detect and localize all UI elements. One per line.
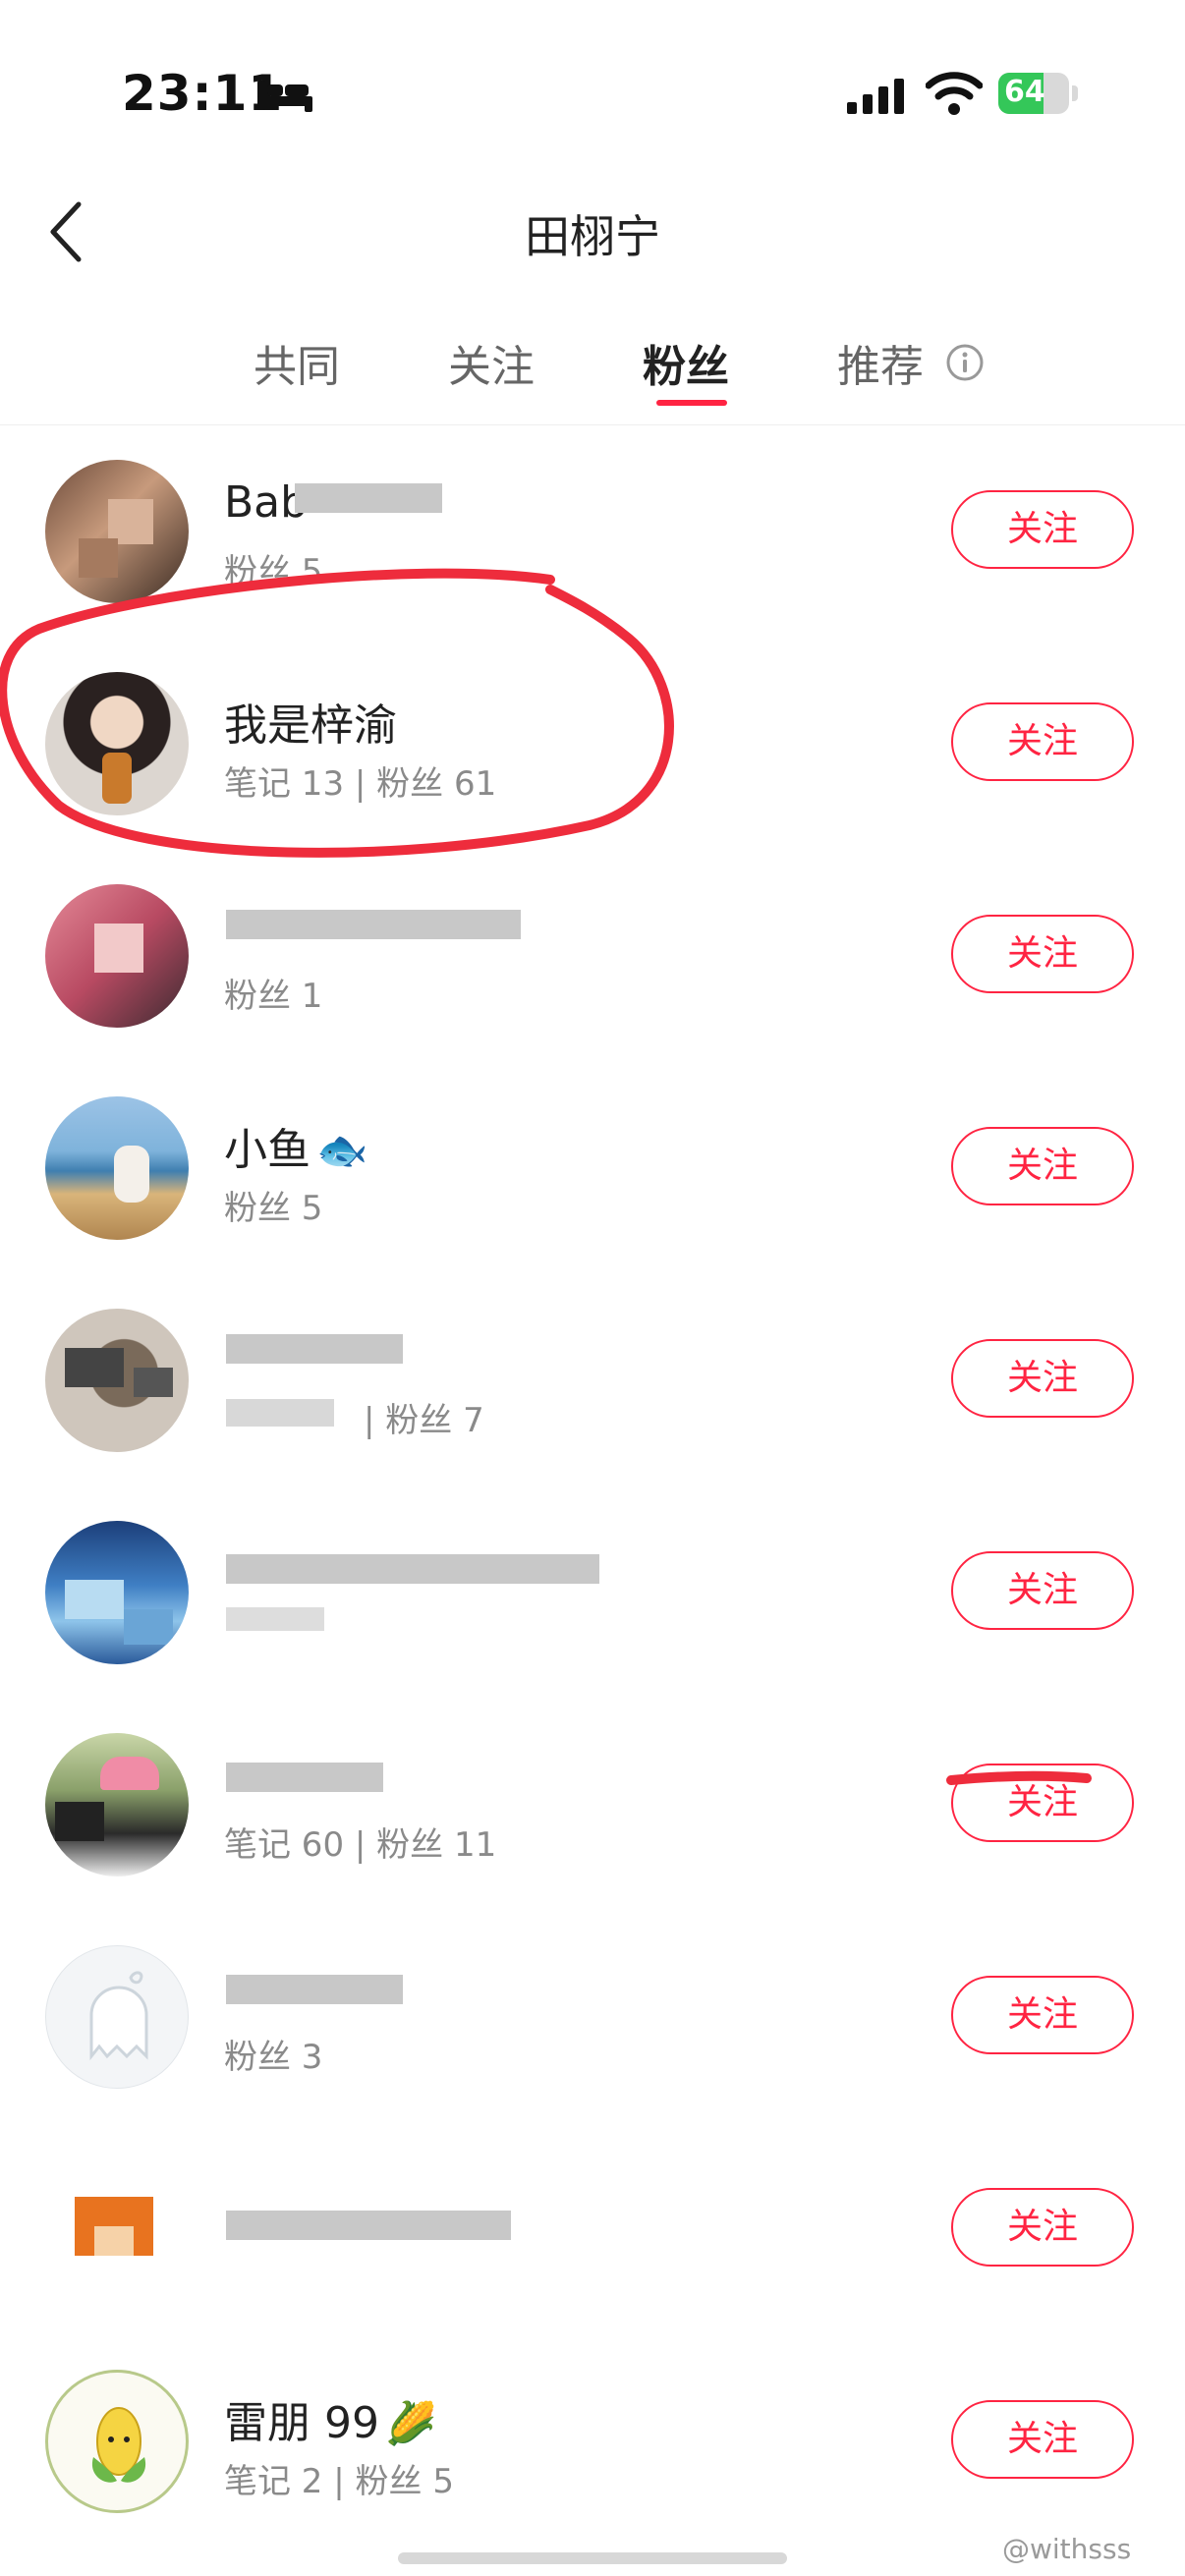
page-title: 田栩宁 <box>525 210 660 263</box>
follower-name: 小鱼 🐟 <box>224 1114 367 1177</box>
redacted-text <box>226 1975 403 2004</box>
list-item[interactable]: 笔记 60 | 粉丝 11 关注 <box>0 1698 1185 1910</box>
redacted-text <box>226 1399 334 1427</box>
list-item[interactable]: Bab 粉丝 5 关注 <box>0 424 1185 637</box>
cellular-signal-icon <box>847 79 904 114</box>
list-item[interactable]: 关注 <box>0 2122 1185 2334</box>
redacted-text <box>226 1607 324 1631</box>
avatar <box>45 884 189 1028</box>
list-item[interactable]: 雷朋 99 🌽 笔记 2 | 粉丝 5 关注 <box>0 2334 1185 2547</box>
pixelated-area <box>65 1580 124 1619</box>
fish-emoji-icon: 🐟 <box>316 1126 368 1174</box>
list-item[interactable]: 粉丝 3 关注 <box>0 1910 1185 2122</box>
redacted-text <box>226 1554 599 1584</box>
follow-button[interactable]: 关注 <box>951 1551 1134 1630</box>
follow-button[interactable]: 关注 <box>951 1764 1134 1842</box>
follower-name-text: 雷朋 99 <box>224 2398 379 2448</box>
wifi-icon <box>926 72 983 115</box>
status-bar: 23:11 64 <box>0 0 1185 187</box>
info-icon[interactable] <box>945 343 985 382</box>
follower-meta: 粉丝 3 <box>224 2038 323 2077</box>
corn-emoji-icon: 🌽 <box>384 2399 437 2447</box>
redacted-text <box>295 483 442 513</box>
avatar <box>45 672 189 815</box>
pixelated-area <box>94 2226 134 2256</box>
follower-meta: 粉丝 1 <box>224 977 323 1016</box>
pixelated-area <box>65 1348 124 1387</box>
avatar-detail <box>100 1757 159 1790</box>
avatar <box>45 460 189 603</box>
pixelated-area <box>94 924 143 973</box>
follow-button[interactable]: 关注 <box>951 1339 1134 1418</box>
list-item[interactable]: 关注 <box>0 1485 1185 1698</box>
redacted-text <box>226 2211 511 2240</box>
tab-following[interactable]: 关注 <box>448 331 535 394</box>
home-indicator <box>398 2552 787 2564</box>
follower-name-text: 小鱼 <box>224 1125 310 1175</box>
follower-name: 雷朋 99 🌽 <box>224 2387 436 2450</box>
follower-meta: 笔记 13 | 粉丝 61 <box>224 764 497 804</box>
list-item[interactable]: 小鱼 🐟 粉丝 5 关注 <box>0 1061 1185 1273</box>
avatar <box>45 1096 189 1240</box>
redacted-text <box>226 1334 403 1364</box>
avatar <box>45 1309 189 1452</box>
follow-button[interactable]: 关注 <box>951 1127 1134 1205</box>
avatar-detail <box>114 1146 149 1203</box>
follow-button[interactable]: 关注 <box>951 2400 1134 2479</box>
follower-meta: 粉丝 5 <box>224 552 323 591</box>
follower-meta: 笔记 2 | 粉丝 5 <box>224 2462 454 2501</box>
list-item[interactable]: 粉丝 1 关注 <box>0 849 1185 1061</box>
follower-meta: 笔记 60 | 粉丝 11 <box>224 1825 497 1865</box>
redacted-text <box>226 910 521 939</box>
avatar <box>45 1733 189 1876</box>
avatar <box>45 1521 189 1664</box>
avatar <box>45 2157 189 2301</box>
watermark: @withsss <box>1002 2533 1132 2565</box>
list-item[interactable]: | 粉丝 7 关注 <box>0 1273 1185 1485</box>
follow-button[interactable]: 关注 <box>951 2188 1134 2267</box>
battery-indicator: 64 <box>998 73 1079 114</box>
follow-button[interactable]: 关注 <box>951 915 1134 993</box>
tab-bar: 共同 关注 粉丝 推荐 <box>0 319 1185 427</box>
avatar <box>45 1945 189 2089</box>
avatar-detail <box>102 753 132 804</box>
pixelated-area <box>124 1609 173 1645</box>
tab-mutual[interactable]: 共同 <box>254 331 340 394</box>
follower-meta: | 粉丝 7 <box>364 1401 484 1440</box>
pixelated-area <box>55 1802 104 1841</box>
follow-button[interactable]: 关注 <box>951 1976 1134 2054</box>
follower-meta: 粉丝 5 <box>224 1189 323 1228</box>
pixelated-area <box>79 538 118 578</box>
list-item[interactable]: 我是梓渝 笔记 13 | 粉丝 61 关注 <box>0 637 1185 849</box>
active-tab-indicator <box>656 400 727 406</box>
sleep-focus-icon <box>257 81 312 112</box>
follower-name: 我是梓渝 <box>224 700 397 751</box>
pixelated-area <box>134 1368 173 1397</box>
battery-cap <box>1072 85 1078 101</box>
battery-icon: 64 <box>998 73 1069 114</box>
avatar <box>45 2370 189 2513</box>
tab-recommended[interactable]: 推荐 <box>837 331 924 394</box>
corn-mascot-icon <box>91 2407 146 2483</box>
follow-button[interactable]: 关注 <box>951 490 1134 569</box>
redacted-text <box>226 1763 383 1792</box>
battery-percent: 64 <box>1004 75 1045 109</box>
tab-followers[interactable]: 粉丝 <box>643 331 729 394</box>
follow-button[interactable]: 关注 <box>951 702 1134 781</box>
ghost-avatar-icon <box>89 1971 148 2061</box>
